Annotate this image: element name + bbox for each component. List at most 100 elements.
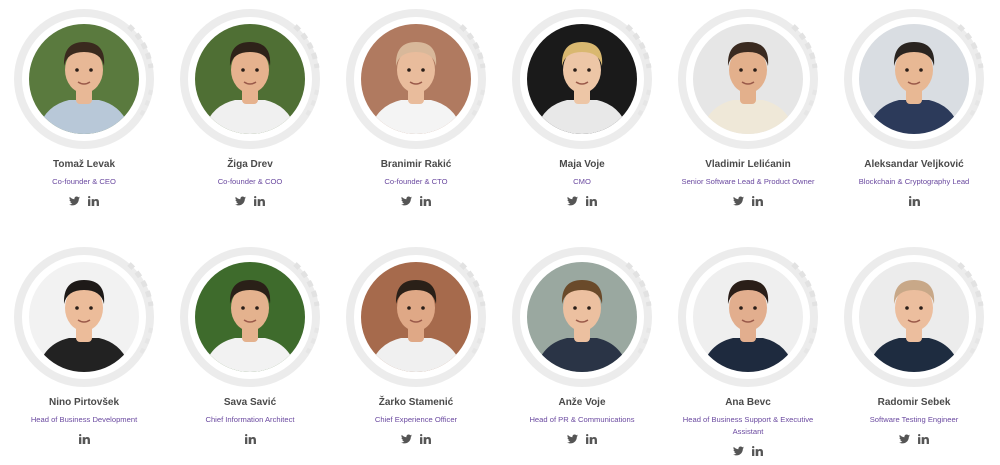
team-member-card-3: Branimir Rakić Co-founder & CTO bbox=[333, 6, 499, 208]
member-role: Head of PR & Communications bbox=[529, 415, 635, 424]
twitter-icon[interactable] bbox=[733, 446, 744, 456]
avatar bbox=[29, 262, 139, 372]
linkedin-icon[interactable] bbox=[244, 434, 256, 444]
twitter-glyph bbox=[235, 196, 246, 206]
twitter-glyph bbox=[401, 434, 412, 444]
portrait-image bbox=[693, 24, 803, 134]
avatar bbox=[693, 24, 803, 134]
linkedin-glyph bbox=[918, 434, 929, 444]
avatar bbox=[527, 262, 637, 372]
social-links bbox=[499, 432, 665, 446]
linkedin-icon[interactable] bbox=[88, 196, 99, 206]
twitter-icon[interactable] bbox=[235, 196, 246, 206]
linkedin-icon[interactable] bbox=[254, 196, 265, 206]
portrait-image bbox=[693, 262, 803, 372]
avatar bbox=[361, 262, 471, 372]
member-role: Software Testing Engineer bbox=[869, 415, 959, 424]
avatar-frame bbox=[841, 244, 987, 390]
portrait-image bbox=[527, 262, 637, 372]
member-name: Tomaž Levak bbox=[52, 159, 116, 170]
twitter-icon[interactable] bbox=[69, 196, 80, 206]
twitter-icon[interactable] bbox=[401, 434, 412, 444]
linkedin-icon[interactable] bbox=[420, 196, 431, 206]
social-links bbox=[167, 432, 333, 446]
member-role: Head of Business Support & Executive Ass… bbox=[682, 415, 814, 436]
linkedin-icon[interactable] bbox=[918, 434, 929, 444]
portrait-image bbox=[859, 262, 969, 372]
linkedin-icon[interactable] bbox=[752, 446, 763, 456]
twitter-icon[interactable] bbox=[401, 196, 412, 206]
member-name: Branimir Rakić bbox=[380, 159, 452, 170]
linkedin-icon[interactable] bbox=[752, 196, 763, 206]
avatar bbox=[195, 262, 305, 372]
linkedin-icon[interactable] bbox=[586, 434, 597, 444]
member-role: Co-founder & CEO bbox=[52, 177, 116, 186]
linkedin-icon[interactable] bbox=[586, 196, 597, 206]
twitter-icon[interactable] bbox=[567, 196, 578, 206]
linkedin-glyph bbox=[908, 196, 920, 206]
portrait-image bbox=[361, 24, 471, 134]
twitter-icon[interactable] bbox=[567, 434, 578, 444]
team-member-card-10: Anže Voje Head of PR & Communications bbox=[499, 244, 665, 446]
team-member-card-9: Žarko Stamenić Chief Experience Officer bbox=[333, 244, 499, 446]
linkedin-glyph bbox=[586, 434, 597, 444]
member-role: Co-founder & CTO bbox=[384, 177, 448, 186]
avatar-frame bbox=[177, 244, 323, 390]
portrait-image bbox=[527, 24, 637, 134]
twitter-icon[interactable] bbox=[899, 434, 910, 444]
linkedin-glyph bbox=[244, 434, 256, 444]
member-role: Senior Software Lead & Product Owner bbox=[681, 177, 815, 186]
team-member-card-7: Nino Pirtovšek Head of Business Developm… bbox=[1, 244, 167, 446]
member-role: Head of Business Development bbox=[30, 415, 138, 424]
team-member-card-1: Tomaž Levak Co-founder & CEO bbox=[1, 6, 167, 208]
avatar-frame bbox=[11, 244, 157, 390]
linkedin-glyph bbox=[420, 196, 431, 206]
team-member-card-4: Maja Voje CMO bbox=[499, 6, 665, 208]
member-name: Žarko Stamenić bbox=[378, 397, 454, 408]
twitter-glyph bbox=[733, 196, 744, 206]
twitter-glyph bbox=[401, 196, 412, 206]
member-name: Maja Voje bbox=[559, 159, 605, 170]
member-role: Co-founder & COO bbox=[217, 177, 283, 186]
avatar bbox=[527, 24, 637, 134]
portrait-image bbox=[29, 24, 139, 134]
linkedin-icon[interactable] bbox=[78, 434, 90, 444]
avatar-frame bbox=[343, 6, 489, 152]
linkedin-icon[interactable] bbox=[908, 196, 920, 206]
team-member-card-2: Žiga Drev Co-founder & COO bbox=[167, 6, 333, 208]
avatar bbox=[195, 24, 305, 134]
avatar-frame bbox=[675, 6, 821, 152]
linkedin-glyph bbox=[752, 446, 763, 456]
member-name: Vladimir Lelićanin bbox=[705, 159, 791, 170]
social-links bbox=[499, 194, 665, 208]
linkedin-glyph bbox=[254, 196, 265, 206]
team-member-card-8: Sava Savić Chief Information Architect bbox=[167, 244, 333, 446]
social-links bbox=[333, 194, 499, 208]
twitter-icon[interactable] bbox=[733, 196, 744, 206]
member-role: Chief Information Architect bbox=[205, 415, 295, 424]
member-name: Anže Voje bbox=[558, 397, 606, 408]
member-name: Nino Pirtovšek bbox=[48, 397, 120, 408]
team-member-card-12: Radomir Sebek Software Testing Engineer bbox=[831, 244, 997, 446]
linkedin-icon[interactable] bbox=[420, 434, 431, 444]
social-links bbox=[1, 194, 167, 208]
member-name: Radomir Sebek bbox=[877, 397, 951, 408]
member-name: Žiga Drev bbox=[227, 159, 273, 170]
portrait-image bbox=[195, 262, 305, 372]
social-links bbox=[1, 432, 167, 446]
social-links bbox=[831, 432, 997, 446]
avatar-frame bbox=[177, 6, 323, 152]
member-name: Aleksandar Veljković bbox=[864, 159, 964, 170]
linkedin-glyph bbox=[78, 434, 90, 444]
twitter-glyph bbox=[567, 196, 578, 206]
social-links bbox=[831, 194, 997, 208]
avatar-frame bbox=[841, 6, 987, 152]
twitter-glyph bbox=[899, 434, 910, 444]
avatar bbox=[29, 24, 139, 134]
social-links bbox=[333, 432, 499, 446]
team-member-card-11: Ana Bevc Head of Business Support & Exec… bbox=[665, 244, 831, 458]
portrait-image bbox=[361, 262, 471, 372]
team-member-card-5: Vladimir Lelićanin Senior Software Lead … bbox=[665, 6, 831, 208]
avatar-frame bbox=[343, 244, 489, 390]
avatar-frame bbox=[11, 6, 157, 152]
